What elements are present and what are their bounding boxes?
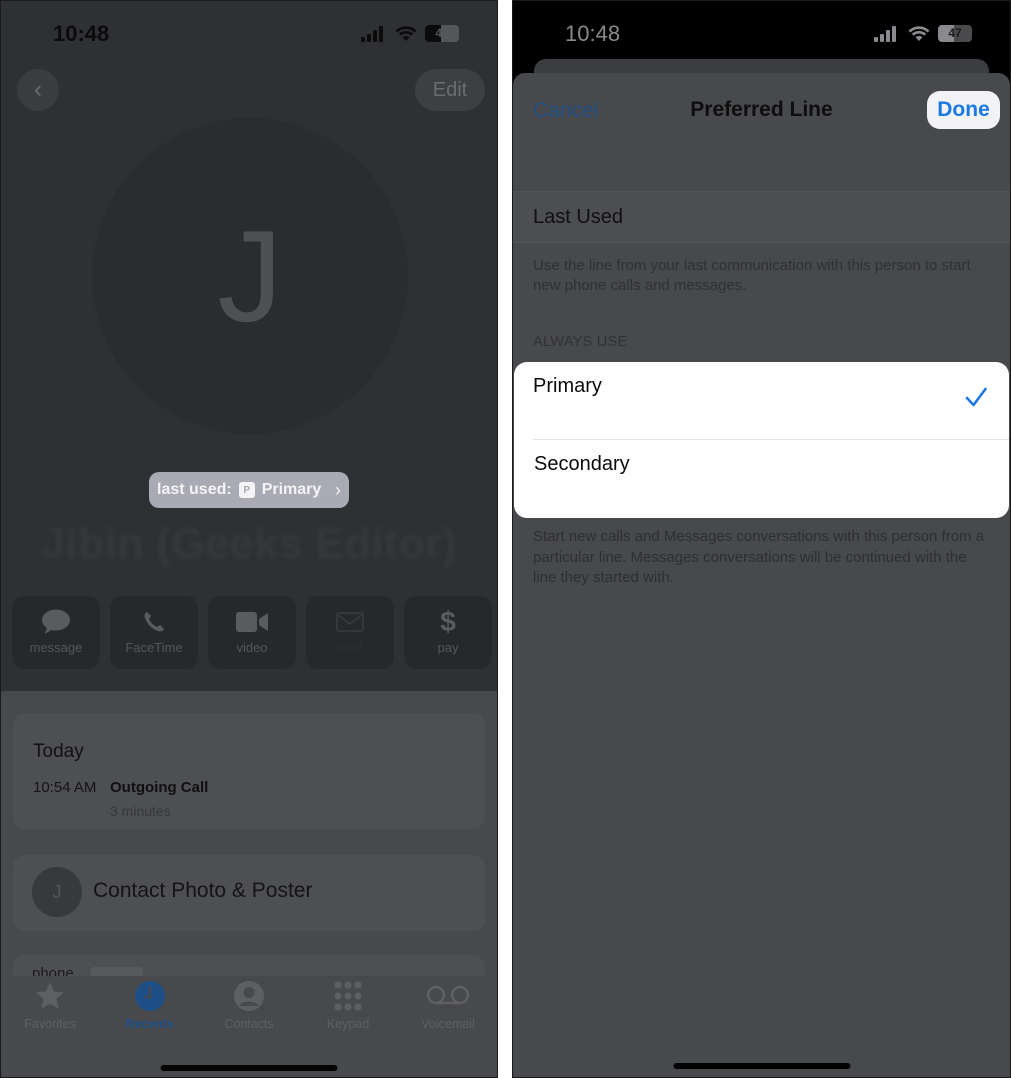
done-button[interactable]: Done <box>927 91 1000 129</box>
line-options-list: Primary Secondary <box>514 362 1009 518</box>
option-label: Primary <box>533 375 602 397</box>
action-label: video <box>236 640 268 655</box>
call-type: Outgoing Call <box>110 779 209 796</box>
action-label: mail <box>338 640 362 655</box>
status-icons: 47 <box>361 25 459 42</box>
cellular-signal-icon <box>361 25 387 42</box>
tab-bar: Favorites Recents Contacts Keypad Voicem… <box>1 976 497 1077</box>
action-label: FaceTime <box>125 640 183 655</box>
poster-label: Contact Photo & Poster <box>93 879 313 902</box>
option-secondary[interactable]: Secondary <box>514 440 1009 518</box>
status-icons: 47 <box>874 25 972 42</box>
recents-day: Today <box>33 741 84 762</box>
battery-icon: 47 <box>425 25 459 42</box>
dollar-icon: $ <box>440 606 456 637</box>
status-bar: 10:48 47 <box>513 1 1010 65</box>
sheet-header: Cancel Preferred Line Done <box>513 91 1010 131</box>
last-used-option[interactable]: Last Used <box>513 191 1010 243</box>
home-indicator <box>160 1065 338 1071</box>
recent-calls-card[interactable]: Today 10:54 AM Outgoing Call 3 minutes <box>13 713 485 829</box>
call-duration: 3 minutes <box>110 803 171 819</box>
contact-card-screen: 10:48 47 ‹ Edit J last used: P Primary ›… <box>0 0 498 1078</box>
home-indicator <box>673 1063 850 1069</box>
star-icon <box>34 980 66 1012</box>
cellular-signal-icon <box>874 25 900 42</box>
status-bar: 10:48 47 <box>1 1 497 65</box>
keypad-icon <box>332 980 364 1012</box>
battery-icon: 47 <box>938 25 972 42</box>
back-button[interactable]: ‹ <box>17 69 59 111</box>
option-label: Last Used <box>533 206 624 228</box>
video-action-button[interactable]: video <box>208 596 296 669</box>
person-circle-icon <box>233 980 265 1012</box>
tab-voicemail[interactable]: Voicemail <box>403 980 493 1031</box>
envelope-icon <box>336 610 364 634</box>
tab-recents[interactable]: Recents <box>105 980 195 1031</box>
option-primary[interactable]: Primary <box>533 362 1009 440</box>
mail-action-button[interactable]: mail <box>306 596 394 669</box>
edit-button[interactable]: Edit <box>415 69 485 111</box>
tab-label: Contacts <box>224 1017 274 1031</box>
tab-contacts[interactable]: Contacts <box>204 980 294 1031</box>
checkmark-icon <box>965 387 987 407</box>
last-used-line-button[interactable]: last used: P Primary › <box>149 472 349 508</box>
contact-photo-poster-row[interactable]: J Contact Photo & Poster <box>13 855 485 931</box>
tab-keypad[interactable]: Keypad <box>303 980 393 1031</box>
wifi-icon <box>395 25 417 41</box>
avatar: J <box>32 867 82 917</box>
option-label: Secondary <box>534 453 630 475</box>
quick-actions: message FaceTime video mail $ pay <box>12 596 492 669</box>
wifi-icon <box>908 25 930 41</box>
chevron-left-icon: ‹ <box>34 76 42 103</box>
message-action-button[interactable]: message <box>12 596 100 669</box>
tab-favorites[interactable]: Favorites <box>5 980 95 1031</box>
preferred-line-sheet: Cancel Preferred Line Done Last Used Use… <box>513 73 1010 1077</box>
pay-action-button[interactable]: $ pay <box>404 596 492 669</box>
line-badge-icon: P <box>238 482 255 498</box>
action-label: message <box>29 640 83 655</box>
last-used-line: Primary <box>261 481 322 498</box>
tab-label: Favorites <box>24 1017 76 1031</box>
contact-avatar: J <box>92 118 408 434</box>
tab-label: Recents <box>125 1017 175 1031</box>
tab-label: Voicemail <box>421 1017 475 1031</box>
avatar-initial: J <box>217 203 283 349</box>
last-used-description: Use the line from your last communicatio… <box>533 257 971 294</box>
section-header: ALWAYS USE <box>533 334 628 350</box>
video-camera-icon <box>236 610 268 634</box>
phone-icon <box>142 610 166 634</box>
message-bubble-icon <box>41 609 71 634</box>
preferred-line-screen: 10:48 47 Cancel Preferred Line Done Last… <box>512 0 1011 1078</box>
chevron-right-icon: › <box>335 479 341 500</box>
always-use-description: Start new calls and Messages conversatio… <box>533 528 985 586</box>
voicemail-icon <box>426 980 470 1012</box>
status-time: 10:48 <box>53 21 110 46</box>
last-used-label: last used: <box>157 481 232 498</box>
clock-icon <box>134 980 166 1012</box>
facetime-audio-action-button[interactable]: FaceTime <box>110 596 198 669</box>
status-time: 10:48 <box>565 21 621 46</box>
action-label: pay <box>437 640 459 655</box>
tab-label: Keypad <box>326 1017 370 1031</box>
call-time: 10:54 AM <box>33 779 97 796</box>
contact-name: Jibin (Geeks Editor) <box>41 519 457 568</box>
